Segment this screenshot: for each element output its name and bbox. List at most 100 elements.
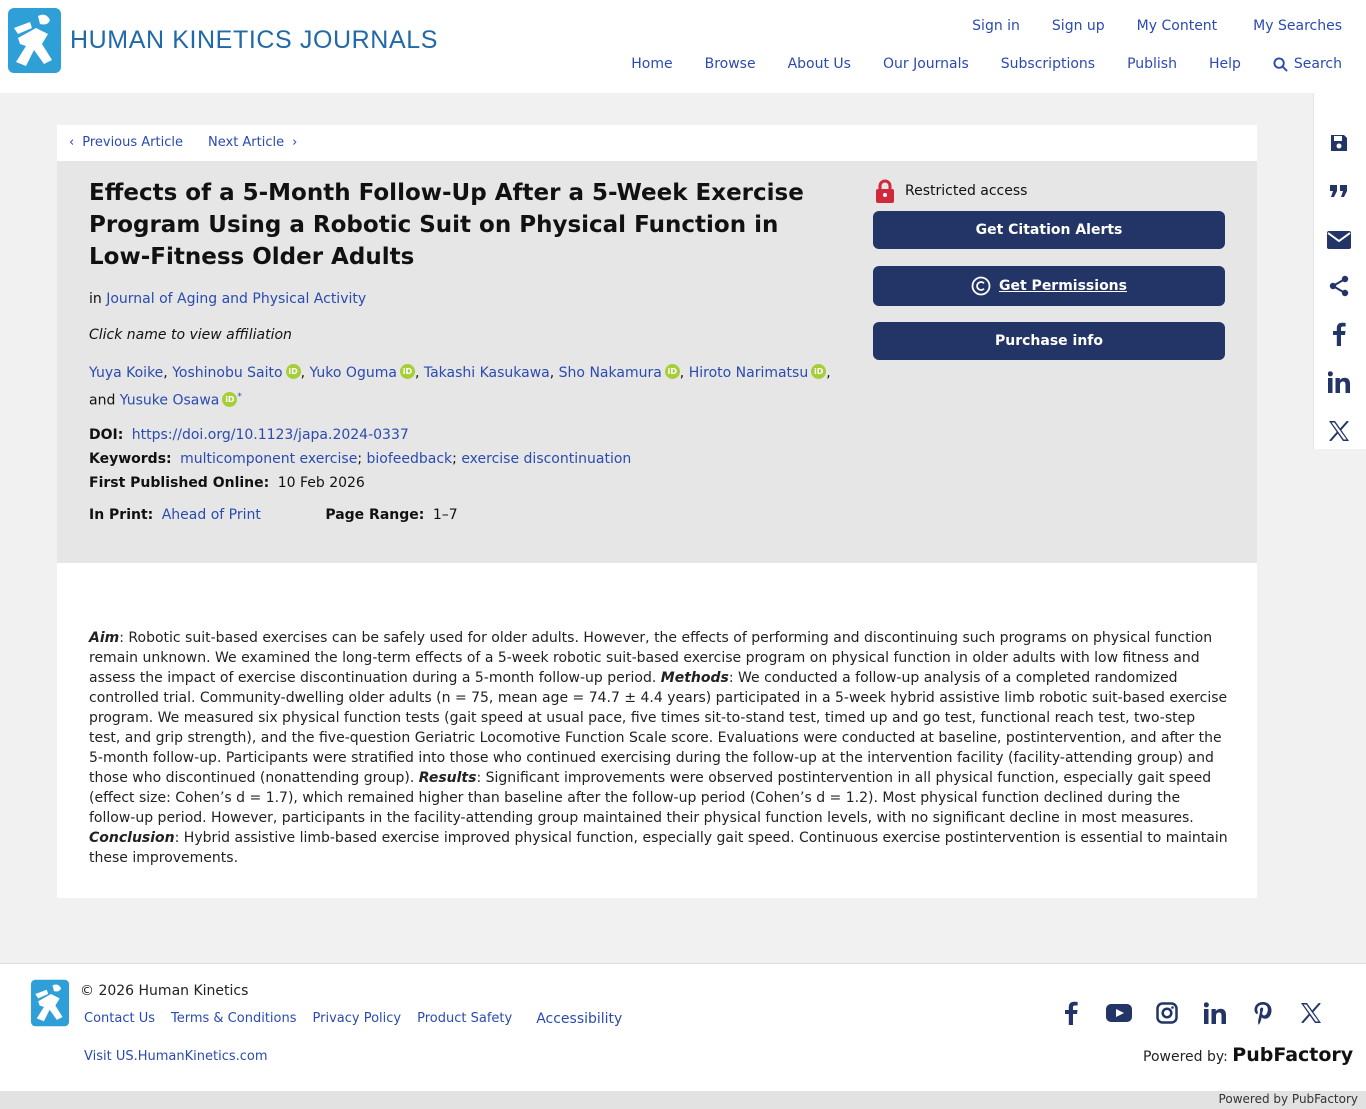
linkedin-icon[interactable] — [1202, 1000, 1228, 1026]
doi-row: DOI: https://doi.org/10.1123/japa.2024-0… — [89, 423, 631, 447]
page-range-label: Page Range: — [325, 507, 425, 523]
author-link[interactable]: Yusuke Osawa — [120, 393, 220, 409]
youtube-icon[interactable] — [1106, 1000, 1132, 1026]
author-link[interactable]: Sho Nakamura — [559, 365, 662, 381]
contact-us-link[interactable]: Contact Us — [84, 1011, 155, 1027]
my-content-link[interactable]: My Content — [1137, 18, 1218, 34]
citation-alerts-label: Get Citation Alerts — [975, 222, 1123, 238]
author-link[interactable]: Yoshinobu Saito — [172, 365, 282, 381]
author-link[interactable]: Hiroto Narimatsu — [689, 365, 809, 381]
access-status: Restricted access — [875, 179, 1027, 203]
copyright-icon — [971, 276, 991, 296]
orcid-icon[interactable]: iD — [399, 364, 415, 379]
footer-links: Contact Us Terms & Conditions Privacy Po… — [84, 1011, 638, 1027]
nav-our-journals[interactable]: Our Journals — [883, 56, 969, 72]
share-sidebar — [1313, 93, 1366, 449]
facebook-icon[interactable] — [1058, 1000, 1084, 1026]
my-searches-link[interactable]: My Searches — [1253, 18, 1342, 34]
share-icon[interactable] — [1326, 273, 1352, 299]
article-metadata: Effects of a 5-Month Follow-Up After a 5… — [57, 161, 1257, 563]
orcid-icon[interactable]: iD — [285, 364, 301, 379]
author-list: Yuya Koike, Yoshinobu Saito iD, Yuko Ogum… — [89, 364, 831, 409]
next-article-link[interactable]: Next Article › — [208, 135, 297, 150]
x-icon[interactable] — [1298, 1000, 1324, 1026]
previous-article-label: Previous Article — [82, 135, 183, 150]
social-links — [1058, 1000, 1324, 1026]
pinterest-icon[interactable] — [1250, 1000, 1276, 1026]
article-title: Effects of a 5-Month Follow-Up After a 5… — [89, 180, 804, 270]
nav-home[interactable]: Home — [631, 56, 672, 72]
product-safety-link[interactable]: Product Safety — [417, 1011, 512, 1027]
email-icon[interactable] — [1326, 227, 1352, 253]
search-button[interactable]: Search — [1273, 56, 1342, 72]
next-article-label: Next Article — [208, 135, 285, 150]
conclusion-text: : Hybrid assistive limb-based exercise i… — [89, 830, 1228, 866]
nav-publish[interactable]: Publish — [1127, 56, 1177, 72]
keywords-label: Keywords: — [89, 451, 172, 467]
results-label: Results — [418, 770, 477, 786]
in-print-link[interactable]: Ahead of Print — [162, 507, 261, 523]
previous-article-link[interactable]: ‹ Previous Article — [69, 135, 183, 150]
sign-up-link[interactable]: Sign up — [1052, 18, 1105, 34]
purchase-info-button[interactable]: Purchase info — [873, 322, 1225, 360]
article-pagination: ‹ Previous Article Next Article › — [57, 125, 1257, 161]
keywords-row: Keywords: multicomponent exercise; biofe… — [89, 451, 632, 467]
print-info: In Print: Ahead of Print Page Range: 1–7 — [89, 507, 458, 523]
purchase-info-label: Purchase info — [994, 333, 1104, 349]
keyword-link[interactable]: biofeedback — [366, 451, 452, 467]
in-print-label: In Print: — [89, 507, 154, 523]
privacy-policy-link[interactable]: Privacy Policy — [313, 1011, 402, 1027]
keyword-link[interactable]: exercise discontinuation — [461, 451, 631, 467]
facebook-icon[interactable] — [1326, 321, 1352, 347]
in-label: in — [89, 291, 102, 307]
main-nav: Home Browse About Us Our Journals Subscr… — [631, 56, 1342, 72]
orcid-icon[interactable]: iD — [222, 391, 238, 407]
citation-alerts-button[interactable]: Get Citation Alerts — [873, 211, 1225, 249]
x-icon[interactable] — [1326, 418, 1352, 444]
linkedin-icon[interactable] — [1326, 369, 1352, 395]
save-icon[interactable] — [1326, 130, 1352, 156]
article-identifiers: DOI: https://doi.org/10.1123/japa.2024-0… — [89, 423, 631, 495]
and-label: and — [89, 392, 116, 409]
get-permissions-label: Get Permissions — [999, 278, 1127, 294]
visit-hk-link[interactable]: Visit US.HumanKinetics.com — [84, 1049, 268, 1064]
journal-link[interactable]: Journal of Aging and Physical Activity — [106, 291, 366, 307]
restricted-access-label: Restricted access — [905, 183, 1028, 199]
accessibility-link[interactable]: Accessibility — [536, 1011, 622, 1027]
orcid-icon[interactable]: iD — [811, 364, 827, 379]
search-label: Search — [1293, 56, 1342, 72]
orcid-icon[interactable]: iD — [664, 364, 680, 379]
chevron-right-icon: › — [292, 135, 298, 150]
instagram-icon[interactable] — [1154, 1000, 1180, 1026]
site-footer: © 2026 Human Kinetics Contact Us Terms &… — [0, 963, 1366, 1091]
author-link[interactable]: Yuko Oguma — [309, 365, 396, 381]
conclusion-label: Conclusion — [89, 830, 175, 846]
author-link[interactable]: Takashi Kasukawa — [424, 365, 550, 381]
site-title[interactable]: HUMAN KINETICS JOURNALS — [70, 26, 438, 55]
powered-by-label: Powered by: — [1143, 1049, 1228, 1065]
pubfactory-logo[interactable]: PubFactory — [1232, 1044, 1353, 1066]
methods-label: Methods — [660, 670, 729, 686]
nav-browse[interactable]: Browse — [705, 56, 756, 72]
terms-link[interactable]: Terms & Conditions — [171, 1011, 297, 1027]
first-published-label: First Published Online: — [89, 475, 270, 491]
first-published-row: First Published Online: 10 Feb 2026 — [89, 471, 631, 495]
nav-subscriptions[interactable]: Subscriptions — [1001, 56, 1095, 72]
doi-link[interactable]: https://doi.org/10.1123/japa.2024-0337 — [132, 427, 409, 443]
keyword-link[interactable]: multicomponent exercise — [180, 451, 357, 467]
author-link[interactable]: Yuya Koike — [89, 365, 163, 381]
corresponding-author-marker: * — [237, 392, 242, 402]
site-header: HUMAN KINETICS JOURNALS Sign in Sign up … — [0, 0, 1366, 93]
get-permissions-button[interactable]: Get Permissions — [873, 266, 1225, 306]
bottom-powered-by: Powered by PubFactory — [1218, 1092, 1358, 1106]
nav-about-us[interactable]: About Us — [788, 56, 851, 72]
chevron-left-icon: ‹ — [69, 135, 75, 150]
account-nav: Sign in Sign up My Content My Searches — [972, 18, 1342, 34]
human-kinetics-logo[interactable] — [8, 8, 61, 73]
footer-logo[interactable] — [31, 979, 69, 1027]
search-icon — [1273, 56, 1288, 72]
sign-in-link[interactable]: Sign in — [972, 18, 1020, 34]
nav-help[interactable]: Help — [1209, 56, 1241, 72]
doi-label: DOI: — [89, 427, 124, 443]
quote-icon[interactable] — [1326, 178, 1352, 204]
